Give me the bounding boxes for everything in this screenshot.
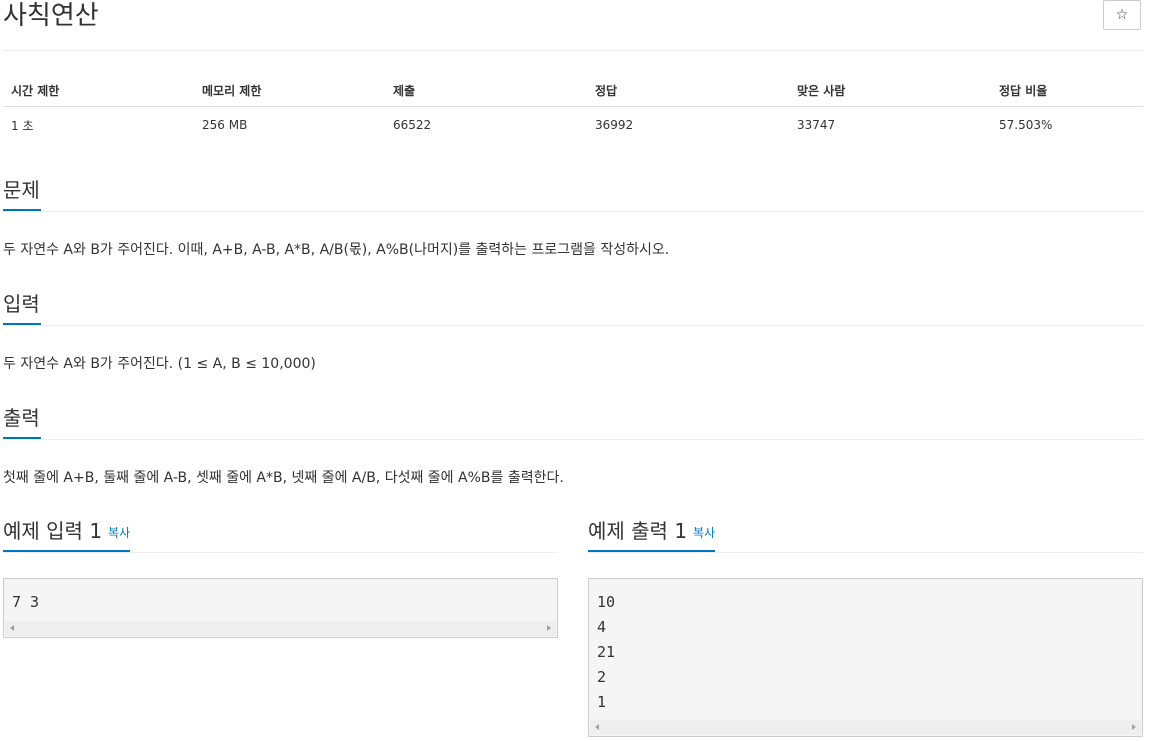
output-header: 출력 — [3, 403, 1143, 440]
value-submissions[interactable]: 66522 — [385, 107, 587, 144]
value-solved-users[interactable]: 33747 — [789, 107, 991, 144]
header-accept-ratio: 정답 비율 — [991, 74, 1143, 107]
description-header: 문제 — [3, 175, 1143, 212]
sample-output-line: 1 — [597, 693, 607, 711]
input-header: 입력 — [3, 289, 1143, 326]
sample-output-header: 예제 출력 1 복사 — [588, 513, 1143, 553]
info-value-row: 1 초 256 MB 66522 36992 33747 57.503% — [3, 107, 1143, 144]
sample-input-line: 7 3 — [12, 593, 40, 611]
sample-input-scrollbar[interactable] — [5, 621, 556, 636]
sample-input-content: 7 3 — [12, 590, 39, 615]
value-accept-ratio: 57.503% — [999, 118, 1053, 132]
output-text: 첫째 줄에 A+B, 둘째 줄에 A-B, 셋째 줄에 A*B, 넷째 줄에 A… — [3, 470, 564, 486]
sample-output-heading: 예제 출력 1 복사 — [588, 513, 716, 552]
sample-output-line: 4 — [597, 618, 607, 636]
description-text: 두 자연수 A와 B가 주어진다. 이때, A+B, A-B, A*B, A/B… — [3, 242, 670, 258]
sample-output-title: 예제 출력 1 — [588, 519, 688, 543]
page-title: 사칙연산 — [3, 1, 99, 31]
sample-output-scrollbar[interactable] — [590, 720, 1141, 735]
sample-output-line: 21 — [597, 643, 616, 661]
sample-output-line: 10 — [597, 593, 616, 611]
copy-output-link[interactable]: 복사 — [693, 526, 715, 540]
sample-output-box[interactable]: 10 4 21 2 1 — [588, 578, 1143, 737]
value-time-limit: 1 초 — [11, 118, 34, 133]
sample-input-header: 예제 입력 1 복사 — [3, 513, 558, 553]
header-submissions: 제출 — [385, 74, 587, 107]
value-accepted[interactable]: 36992 — [587, 107, 789, 144]
problem-page: 사칙연산 ☆ 시간 제한 메모리 제한 제출 정답 맞은 사람 정답 비율 1 … — [0, 0, 1155, 741]
header-accepted: 정답 — [587, 74, 789, 107]
star-button[interactable]: ☆ — [1103, 0, 1141, 30]
scroll-right-icon[interactable] — [1132, 724, 1136, 730]
scroll-left-icon[interactable] — [10, 625, 14, 631]
sample-input-box[interactable]: 7 3 — [3, 578, 558, 638]
sample-output-content: 10 4 21 2 1 — [597, 590, 615, 715]
output-heading: 출력 — [3, 403, 41, 439]
value-memory-limit: 256 MB — [202, 118, 248, 132]
star-icon: ☆ — [1115, 7, 1129, 23]
header-time-limit: 시간 제한 — [3, 74, 194, 107]
copy-input-link[interactable]: 복사 — [108, 526, 130, 540]
scroll-left-icon[interactable] — [595, 724, 599, 730]
description-heading: 문제 — [3, 175, 41, 211]
header-memory-limit: 메모리 제한 — [194, 74, 385, 107]
header-solved-users: 맞은 사람 — [789, 74, 991, 107]
info-header-row: 시간 제한 메모리 제한 제출 정답 맞은 사람 정답 비율 — [3, 74, 1143, 107]
scroll-right-icon[interactable] — [547, 625, 551, 631]
sample-input-title: 예제 입력 1 — [3, 519, 103, 543]
sample-input-heading: 예제 입력 1 복사 — [3, 513, 131, 552]
sample-output-line: 2 — [597, 668, 607, 686]
input-heading: 입력 — [3, 289, 41, 325]
input-text: 두 자연수 A와 B가 주어진다. (1 ≤ A, B ≤ 10,000) — [3, 356, 316, 372]
problem-info-table: 시간 제한 메모리 제한 제출 정답 맞은 사람 정답 비율 1 초 256 M… — [3, 74, 1143, 143]
title-divider — [3, 50, 1143, 51]
